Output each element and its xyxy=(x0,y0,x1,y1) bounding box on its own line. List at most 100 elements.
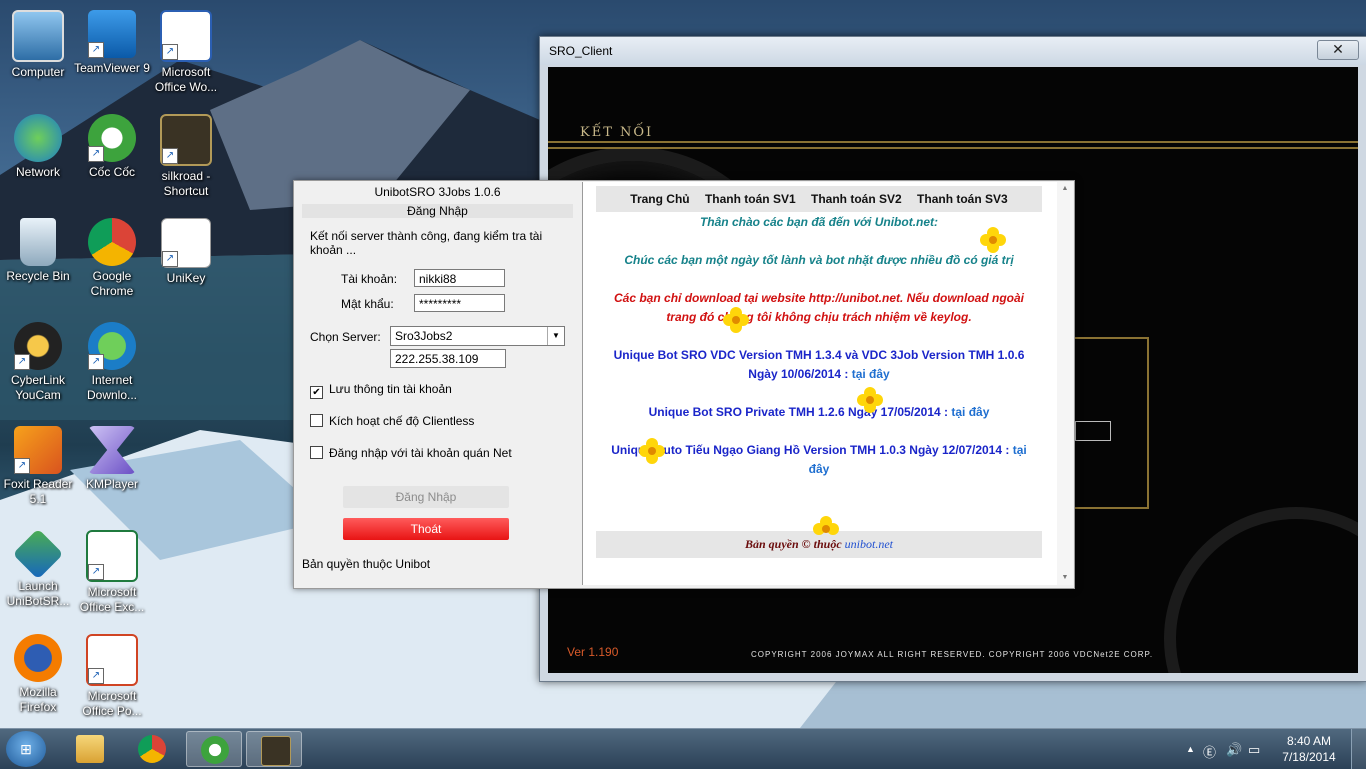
desktop-icon-label: TeamViewer 9 xyxy=(74,61,150,75)
taskbar-silkroad[interactable] xyxy=(246,731,302,767)
clock[interactable]: 8:40 AM 7/18/2014 xyxy=(1274,733,1344,765)
desktop-icon-chrome[interactable]: Google Chrome xyxy=(74,214,150,314)
game-copyright: COPYRIGHT 2006 JOYMAX ALL RIGHT RESERVED… xyxy=(751,650,1154,659)
desktop-icon-label: Internet Downlo... xyxy=(86,373,138,402)
desktop-icon-firefox[interactable]: Mozilla Firefox xyxy=(0,630,76,730)
unibot-login-pane: UnibotSRO 3Jobs 1.0.6 Đăng Nhập Kết nối … xyxy=(294,181,581,588)
taskbar-explorer[interactable] xyxy=(62,731,118,767)
unibot-window[interactable]: UnibotSRO 3Jobs 1.0.6 Đăng Nhập Kết nối … xyxy=(293,180,1075,589)
desktop-icon-computer[interactable]: Computer xyxy=(0,6,76,106)
checkbox-label: Lưu thông tin tài khoản xyxy=(329,382,452,396)
desktop-icon-unikey[interactable]: ↗ UniKey xyxy=(148,214,224,314)
password-label: Mật khẩu: xyxy=(341,297,394,311)
nav-sv3-link[interactable]: Thanh toán SV3 xyxy=(917,192,1008,206)
chrome-icon xyxy=(138,735,166,763)
keyboard-lang-icon[interactable]: Ⓔ xyxy=(1203,742,1216,761)
tray-expand-icon[interactable]: ▲ xyxy=(1186,744,1195,754)
footer-link[interactable]: unibot.net xyxy=(845,537,893,551)
news-link[interactable]: tại đây xyxy=(951,405,989,419)
exit-button[interactable]: Thoát xyxy=(343,518,509,540)
scroll-down-icon[interactable]: ▼ xyxy=(1057,571,1073,585)
scroll-up-icon[interactable]: ▲ xyxy=(1057,182,1073,196)
flower-icon xyxy=(723,307,749,333)
web-scrollbar[interactable]: ▲ ▼ xyxy=(1057,182,1073,585)
desktop-icon-kmplayer[interactable]: KMPlayer xyxy=(74,422,150,522)
news-link[interactable]: tại đây xyxy=(852,367,890,381)
desktop-icon-label: Network xyxy=(15,165,60,179)
login-button[interactable]: Đăng Nhập xyxy=(343,486,509,508)
chevron-down-icon[interactable]: ▼ xyxy=(547,327,564,345)
flower-icon xyxy=(980,227,1006,253)
checkbox-checked-icon[interactable]: ✔ xyxy=(310,386,323,399)
checkbox-label: Đăng nhập với tài khoản quán Net xyxy=(329,446,512,460)
web-panel[interactable]: Trang Chủ Thanh toán SV1 Thanh toán SV2 … xyxy=(582,182,1073,585)
sro-close-button[interactable]: ✕ xyxy=(1317,40,1359,60)
news-text: Unique Bot SRO Private TMH 1.2.6 Ngày 17… xyxy=(648,405,949,419)
password-input[interactable]: ********* xyxy=(414,294,505,312)
unikey-icon: ↗ xyxy=(161,218,211,268)
foxit-icon: ↗ xyxy=(14,426,62,474)
firefox-icon xyxy=(14,634,62,682)
server-select[interactable]: Sro3Jobs2 ▼ xyxy=(390,326,565,346)
desktop-icon-teamviewer[interactable]: ↗ TeamViewer 9 xyxy=(74,6,150,106)
desktop-icon-unibot[interactable]: Launch UniBotSR... xyxy=(0,526,76,626)
web-nav: Trang Chủ Thanh toán SV1 Thanh toán SV2 … xyxy=(596,186,1042,212)
desktop-icon-idm[interactable]: ↗ Internet Downlo... xyxy=(74,318,150,418)
silkroad-icon: ↗ xyxy=(160,114,212,166)
nav-home-link[interactable]: Trang Chủ xyxy=(630,192,689,206)
desktop-icon-excel[interactable]: ↗ Microsoft Office Exc... xyxy=(74,526,150,626)
desktop-icon-label: Cốc Cốc xyxy=(88,165,135,179)
coccoc-icon: ↗ xyxy=(88,114,136,162)
taskbar-coccoc[interactable] xyxy=(186,731,242,767)
desktop-icon-label: Computer xyxy=(11,65,65,79)
desktop-icon-powerpoint[interactable]: ↗ Microsoft Office Po... xyxy=(74,630,150,730)
divider xyxy=(548,147,1358,149)
warning-text: Các bạn chỉ download tại website http://… xyxy=(614,291,1024,324)
flower-icon xyxy=(813,516,839,542)
recycle-bin-icon xyxy=(20,218,56,266)
excel-icon: ↗ xyxy=(86,530,138,582)
desktop-icon-label: Foxit Reader 5.1 xyxy=(3,477,73,506)
start-button[interactable]: ⊞ xyxy=(6,731,46,767)
desktop-icon-silkroad[interactable]: ↗ silkroad - Shortcut xyxy=(148,110,224,210)
checkbox-label: Kích hoạt chế độ Clientless xyxy=(329,414,475,428)
desktop-icon-label: KMPlayer xyxy=(85,477,138,491)
desktop-icon-label: Microsoft Office Po... xyxy=(82,689,142,718)
server-label: Chọn Server: xyxy=(310,330,381,344)
checkbox-icon[interactable] xyxy=(310,446,323,459)
network-icon xyxy=(14,114,62,162)
desktop-icon-label: CyberLink YouCam xyxy=(10,373,66,402)
account-input[interactable]: nikki88 xyxy=(414,269,505,287)
news-item: Unique Bot SRO Private TMH 1.2.6 Ngày 17… xyxy=(596,403,1042,422)
save-account-checkbox[interactable]: ✔ Lưu thông tin tài khoản xyxy=(310,382,452,399)
panel-input[interactable] xyxy=(1075,421,1111,441)
nav-sv2-link[interactable]: Thanh toán SV2 xyxy=(811,192,902,206)
checkbox-icon[interactable] xyxy=(310,414,323,427)
network-tray-icon[interactable]: ▭ xyxy=(1248,742,1260,758)
sro-title: SRO_Client xyxy=(540,37,1366,65)
desktop-icon-network[interactable]: Network xyxy=(0,110,76,210)
desktop-icon-foxit[interactable]: ↗ Foxit Reader 5.1 xyxy=(0,422,76,522)
taskbar-chrome[interactable] xyxy=(124,731,180,767)
desktop-icon-label: Microsoft Office Wo... xyxy=(154,65,218,94)
idm-icon: ↗ xyxy=(88,322,136,370)
windows-explorer-icon xyxy=(76,735,104,763)
account-label: Tài khoản: xyxy=(341,272,398,286)
youcam-icon: ↗ xyxy=(14,322,62,370)
news-item: Unique Bot SRO VDC Version TMH 1.3.4 và … xyxy=(596,346,1042,384)
desktop-icon-word[interactable]: ↗ Microsoft Office Wo... xyxy=(148,6,224,106)
show-desktop-button[interactable] xyxy=(1351,729,1366,769)
clientless-checkbox[interactable]: Kích hoạt chế độ Clientless xyxy=(310,414,474,428)
netcafe-checkbox[interactable]: Đăng nhập với tài khoản quán Net xyxy=(310,446,512,460)
news-text: Unique Bot SRO VDC Version TMH 1.3.4 và … xyxy=(613,348,1025,381)
nav-sv1-link[interactable]: Thanh toán SV1 xyxy=(705,192,796,206)
desktop-icon-coccoc[interactable]: ↗ Cốc Cốc xyxy=(74,110,150,210)
desktop-icon-youcam[interactable]: ↗ CyberLink YouCam xyxy=(0,318,76,418)
volume-icon[interactable]: 🔊 xyxy=(1226,742,1242,758)
taskbar: ⊞ ▲ Ⓔ 🔊 ▭ 8:40 AM 7/18/2014 xyxy=(0,728,1366,769)
desktop-icon-recycle-bin[interactable]: Recycle Bin xyxy=(0,214,76,314)
word-icon: ↗ xyxy=(160,10,212,62)
clock-date: 7/18/2014 xyxy=(1282,750,1336,764)
server-ip-field[interactable]: 222.255.38.109 xyxy=(390,349,506,368)
windows-logo-icon: ⊞ xyxy=(20,741,32,757)
